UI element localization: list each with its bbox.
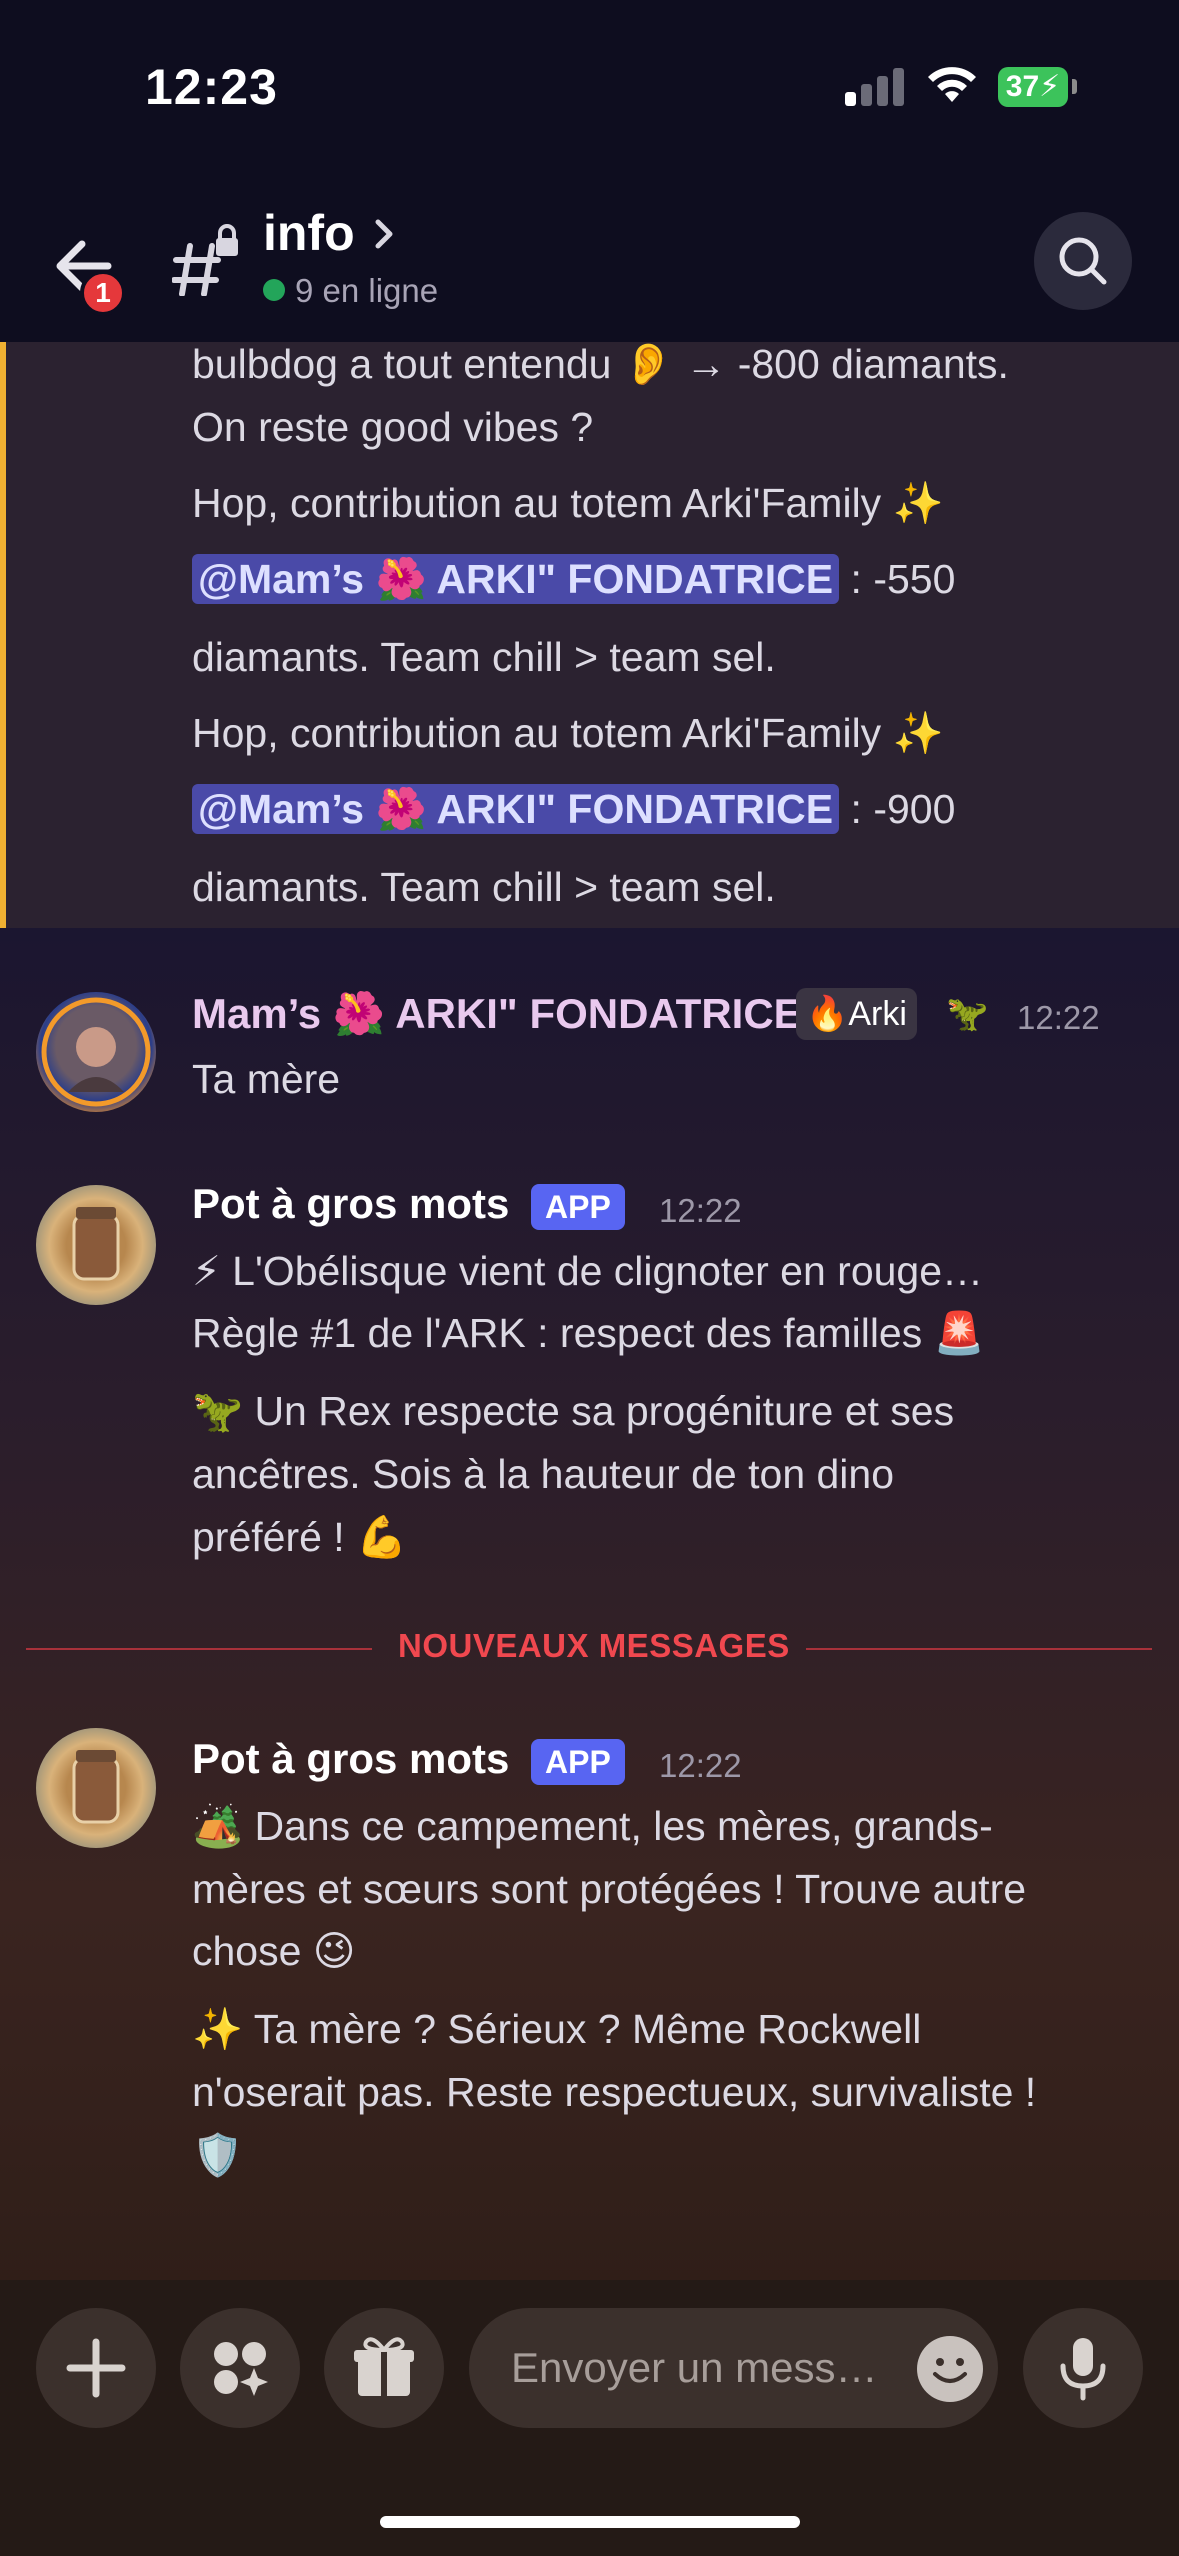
- apps-icon: [214, 2342, 268, 2396]
- search-icon: [1059, 237, 1107, 285]
- message-line: @Mam’s 🌺 ARKI" FONDATRICE : -550: [192, 548, 955, 611]
- avatar-portrait: [41, 997, 151, 1107]
- gift-button[interactable]: [324, 2308, 444, 2428]
- message-line: Hop, contribution au totem Arki'Family ✨: [192, 480, 944, 526]
- message-input[interactable]: Envoyer un mess…: [469, 2308, 998, 2428]
- role-tag-label: Arki: [848, 995, 907, 1033]
- message-text: : -900: [839, 786, 956, 832]
- message-line: 🦖 Un Rex respecte sa progéniture et ses: [192, 1388, 955, 1434]
- message-timestamp: 12:22: [659, 1192, 742, 1229]
- search-button[interactable]: [1034, 212, 1132, 310]
- status-bar: 12:23 37⚡: [0, 0, 1179, 190]
- message-line: 🏕️ Dans ce campement, les mères, grands-: [192, 1803, 993, 1849]
- battery-level: 37: [1005, 70, 1040, 103]
- message-line: ✨ Ta mère ? Sérieux ? Même Rockwell: [192, 2006, 922, 2052]
- message-line: préféré ! 💪: [192, 1514, 408, 1560]
- message-input-placeholder: Envoyer un mess…: [511, 2344, 878, 2391]
- new-messages-divider: NOUVEAUX MESSAGES: [398, 1627, 790, 1664]
- dino-badge-icon: 🦖: [946, 995, 989, 1033]
- channel-header: 1 info 9 en ligne: [0, 190, 1179, 342]
- message-username[interactable]: Mam’s 🌺 ARKI" FONDATRICE: [192, 990, 802, 1039]
- bot-avatar[interactable]: [36, 1185, 156, 1305]
- message-timestamp: 12:22: [659, 1747, 742, 1784]
- add-attachment-button[interactable]: [36, 2308, 156, 2428]
- locked-channel-icon: [172, 224, 238, 296]
- cellular-signal-icon: [845, 66, 905, 106]
- message-line: chose 😉: [192, 1928, 356, 1974]
- channel-name[interactable]: info: [263, 204, 355, 262]
- microphone-icon: [1060, 2338, 1106, 2401]
- message-username[interactable]: Pot à gros mots: [192, 1735, 509, 1783]
- message-line: diamants. Team chill > team sel.: [192, 864, 776, 910]
- role-tag[interactable]: 🔥Arki: [796, 988, 917, 1040]
- message-line: 🛡️: [192, 2132, 244, 2178]
- message-line: ⚡ L'Obélisque vient de clignoter en roug…: [192, 1248, 984, 1294]
- user-mention[interactable]: @Mam’s 🌺 ARKI" FONDATRICE: [192, 784, 840, 834]
- gift-icon: [354, 2337, 414, 2396]
- jar-icon: [72, 1750, 120, 1824]
- user-mention[interactable]: @Mam’s 🌺 ARKI" FONDATRICE: [192, 554, 840, 604]
- message-line: Règle #1 de l'ARK : respect des familles…: [192, 1310, 985, 1356]
- home-indicator[interactable]: [380, 2516, 800, 2528]
- divider-line: [26, 1648, 372, 1650]
- online-count: 9 en ligne: [263, 272, 438, 310]
- message-composer: Envoyer un mess…: [0, 2280, 1179, 2556]
- jar-icon: [72, 1207, 120, 1281]
- message-line: Ta mère: [192, 1056, 341, 1102]
- chevron-right-icon[interactable]: [370, 214, 398, 254]
- bot-avatar[interactable]: [36, 1728, 156, 1848]
- emoji-button[interactable]: [917, 2336, 983, 2402]
- divider-line: [806, 1648, 1152, 1650]
- battery-tip: [1072, 79, 1077, 94]
- message-line: On reste good vibes ?: [192, 404, 594, 450]
- message-line: n'oserait pas. Reste respectueux, surviv…: [192, 2069, 1037, 2115]
- user-avatar[interactable]: [36, 992, 156, 1112]
- status-time: 12:23: [145, 59, 278, 115]
- app-tag: APP: [531, 1739, 625, 1785]
- plus-icon: [66, 2338, 126, 2398]
- battery-indicator: 37⚡: [998, 67, 1068, 107]
- message-username[interactable]: Pot à gros mots: [192, 1180, 509, 1228]
- fire-icon: 🔥: [806, 995, 849, 1033]
- smiley-icon: [933, 2358, 967, 2383]
- message-timestamp: 12:22: [1017, 999, 1100, 1036]
- message-line: Hop, contribution au totem Arki'Family ✨: [192, 710, 944, 756]
- message-text: : -550: [839, 556, 956, 602]
- app-tag: APP: [531, 1184, 625, 1230]
- online-count-text: 9 en ligne: [295, 272, 439, 309]
- message-line: bulbdog a tout entendu 👂 → -800 diamants…: [192, 341, 1009, 387]
- message-line: mères et sœurs sont protégées ! Trouve a…: [192, 1866, 1027, 1912]
- message-line: ancêtres. Sois à la hauteur de ton dino: [192, 1451, 895, 1497]
- online-dot-icon: [263, 279, 285, 301]
- notification-badge: 1: [80, 270, 126, 316]
- message-line: diamants. Team chill > team sel.: [192, 634, 776, 680]
- voice-message-button[interactable]: [1023, 2308, 1143, 2428]
- apps-button[interactable]: [180, 2308, 300, 2428]
- wifi-icon: [928, 67, 976, 102]
- message-line: @Mam’s 🌺 ARKI" FONDATRICE : -900: [192, 778, 955, 841]
